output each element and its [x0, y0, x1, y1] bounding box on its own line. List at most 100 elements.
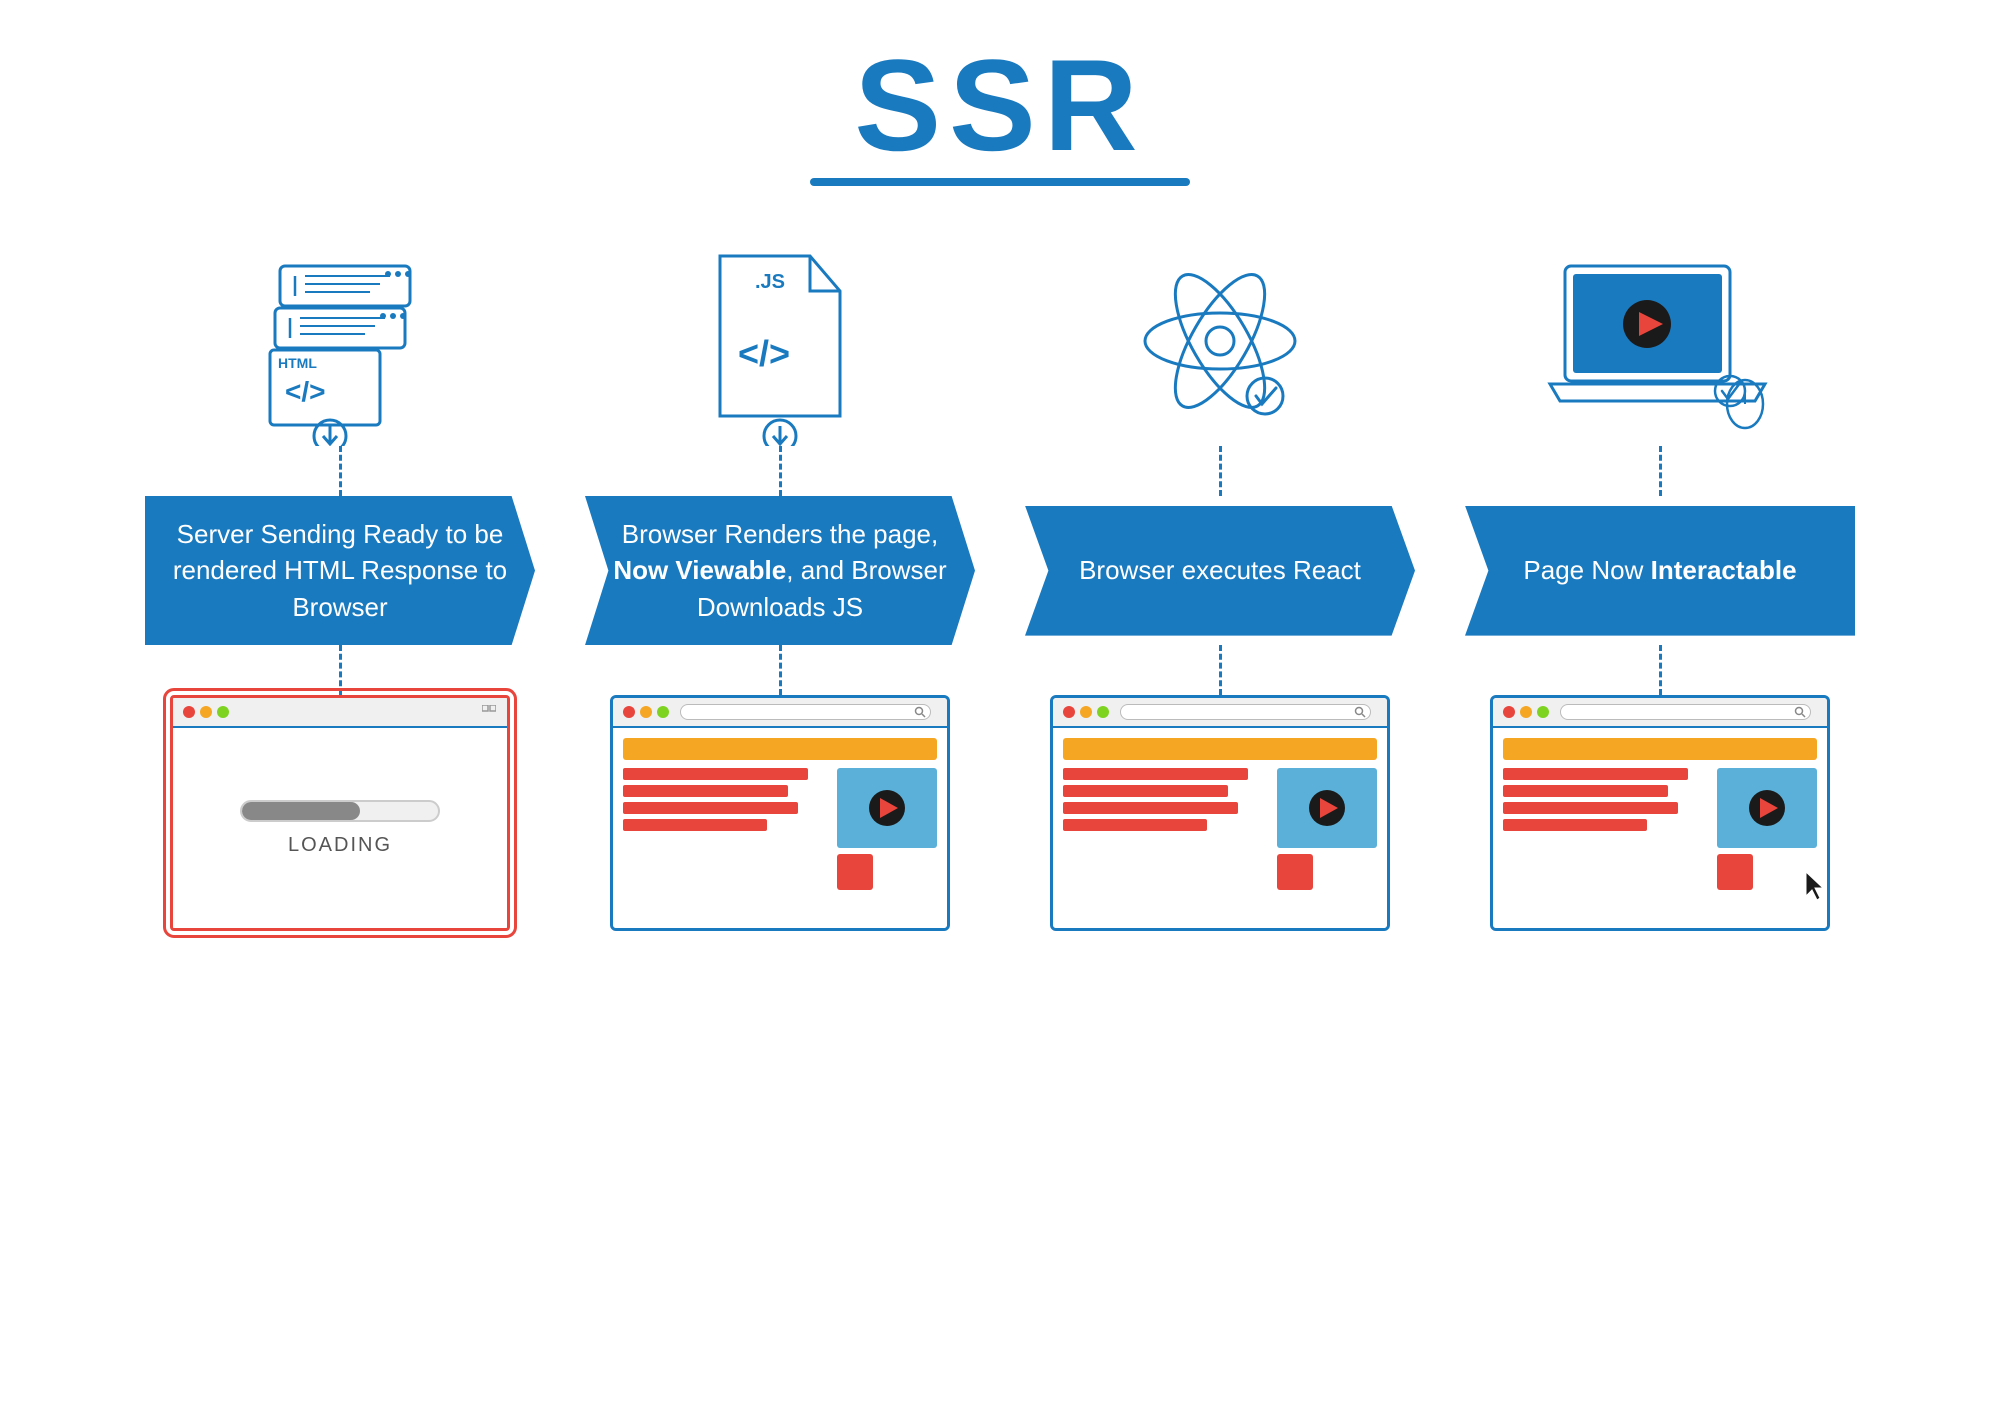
box-to-browser-connectors [60, 645, 1940, 695]
browser-bar-viewable [613, 698, 947, 728]
dot-red-3 [1063, 706, 1075, 718]
video-thumb-1 [837, 768, 937, 848]
play-btn-4 [1749, 790, 1785, 826]
browser-cell-loading: LOADING [130, 695, 550, 931]
step-box-3: Browser executes React [1025, 506, 1415, 636]
text-line-3-3 [1063, 802, 1238, 814]
text-lines-1 [623, 768, 829, 890]
content-row-4 [1503, 768, 1817, 890]
viewable-browser [610, 695, 950, 931]
dot-yellow-4 [1520, 706, 1532, 718]
loading-content: LOADING [173, 728, 507, 928]
step-2-label: Browser Renders the page, Now Viewable, … [610, 516, 950, 625]
browser-row: LOADING [60, 695, 1940, 931]
video-thumb-3 [1277, 768, 1377, 848]
dot-yellow-2 [640, 706, 652, 718]
small-box-4 [1717, 854, 1753, 890]
connector-3 [1010, 446, 1430, 496]
content-row-1 [623, 768, 937, 890]
connector-b3 [1010, 645, 1430, 695]
dot-red [183, 706, 195, 718]
text-line-4-3 [1503, 802, 1678, 814]
laptop-icon-cell [1450, 246, 1870, 446]
search-icon-3 [1354, 706, 1366, 718]
connector-b4 [1450, 645, 1870, 695]
browser-bar-react [1053, 698, 1387, 728]
icon-to-box-connectors [60, 446, 1940, 496]
react-atom-icon [1120, 246, 1320, 446]
text-line-4-2 [1503, 785, 1668, 797]
small-box-1 [837, 854, 873, 890]
play-triangle-3 [1320, 798, 1338, 818]
play-triangle-4 [1760, 798, 1778, 818]
yellow-bar-4 [1503, 738, 1817, 760]
connector-b2 [570, 645, 990, 695]
dot-yellow [200, 706, 212, 718]
dot-red-4 [1503, 706, 1515, 718]
loading-label: LOADING [288, 834, 392, 857]
svg-text:HTML: HTML [278, 355, 317, 371]
search-icon-2 [914, 706, 926, 718]
interactive-browser-wrapper [1490, 695, 1830, 931]
text-line-3 [623, 802, 798, 814]
small-squares-icon [482, 705, 496, 719]
connector-4 [1450, 446, 1870, 496]
play-triangle-1 [880, 798, 898, 818]
text-line-4-1 [1503, 768, 1688, 780]
title-underline [810, 178, 1190, 186]
dot-green-3 [1097, 706, 1109, 718]
text-line-1 [623, 768, 808, 780]
browser-cell-viewable [570, 695, 990, 931]
page-title: SSR [854, 40, 1145, 170]
dot-green-2 [657, 706, 669, 718]
connector-b1 [130, 645, 550, 695]
step-box-4: Page Now Interactable [1465, 506, 1855, 636]
browser-cell-react [1010, 695, 1430, 931]
dot-green-4 [1537, 706, 1549, 718]
interactive-browser [1490, 695, 1830, 931]
svg-text:.JS: .JS [755, 271, 785, 293]
cursor-icon [1803, 870, 1830, 904]
step-1-label: Server Sending Ready to be rendered HTML… [170, 516, 510, 625]
html-stack-icon: HTML </> [240, 246, 440, 446]
text-line-3-2 [1063, 785, 1228, 797]
browser-cell-interactive [1450, 695, 1870, 931]
yellow-bar [623, 738, 937, 760]
svg-text:</>: </> [285, 376, 325, 407]
play-btn-3 [1309, 790, 1345, 826]
loading-browser: LOADING [170, 695, 510, 931]
video-thumb-4 [1717, 768, 1817, 848]
js-file-icon: .JS </> [700, 246, 860, 446]
step-boxes-row: Server Sending Ready to be rendered HTML… [60, 496, 1940, 645]
connector-2 [570, 446, 990, 496]
html-icon-cell: HTML </> [130, 246, 550, 446]
interactive-content [1493, 728, 1827, 928]
content-row-3 [1063, 768, 1377, 890]
browser-bar-interactive [1493, 698, 1827, 728]
dot-red-2 [623, 706, 635, 718]
dot-green [217, 706, 229, 718]
js-icon-cell: .JS </> [570, 246, 990, 446]
text-line-4-4 [1503, 819, 1647, 831]
text-line-3-1 [1063, 768, 1248, 780]
flow-container: HTML </> .JS </> [60, 246, 1940, 931]
step-box-1: Server Sending Ready to be rendered HTML… [145, 496, 535, 645]
step-3-label: Browser executes React [1079, 552, 1361, 588]
connector-1 [130, 446, 550, 496]
title-section: SSR [810, 40, 1190, 186]
search-icon-4 [1794, 706, 1806, 718]
browser-bar-loading [173, 698, 507, 728]
text-line-2 [623, 785, 788, 797]
svg-text:</>: </> [738, 333, 790, 374]
page: SSR [0, 0, 2000, 1427]
text-lines-3 [1063, 768, 1269, 890]
laptop-icon [1545, 246, 1775, 446]
text-lines-4 [1503, 768, 1709, 890]
icon-row: HTML </> .JS </> [60, 246, 1940, 446]
react-browser [1050, 695, 1390, 931]
play-btn-1 [869, 790, 905, 826]
text-line-3-4 [1063, 819, 1207, 831]
small-box-3 [1277, 854, 1313, 890]
viewable-content [613, 728, 947, 928]
loading-bar-fill [242, 802, 360, 820]
